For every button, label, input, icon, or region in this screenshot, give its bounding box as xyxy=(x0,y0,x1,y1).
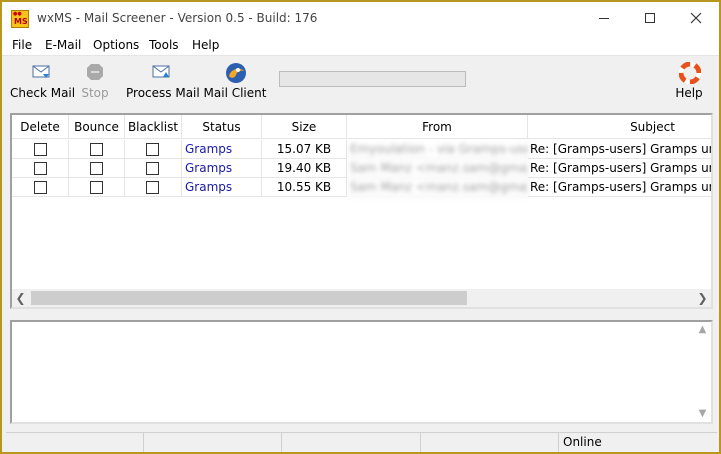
bounce-checkbox[interactable] xyxy=(90,181,103,194)
close-icon xyxy=(690,12,702,24)
status-cell: Gramps xyxy=(182,140,262,159)
menu-tools[interactable]: Tools xyxy=(149,38,179,52)
col-bounce[interactable]: Bounce xyxy=(69,115,125,139)
bounce-checkbox[interactable] xyxy=(90,162,103,175)
col-subject[interactable]: Subject xyxy=(528,115,711,139)
menu-options[interactable]: Options xyxy=(93,38,139,52)
blacklist-checkbox[interactable] xyxy=(146,181,159,194)
horizontal-scrollbar[interactable]: ❮ ❯ xyxy=(12,289,711,307)
mail-client-button[interactable]: Mail Client xyxy=(203,60,267,104)
status-cell: Gramps xyxy=(182,178,262,197)
scroll-left-icon[interactable]: ❮ xyxy=(12,289,29,307)
col-blacklist[interactable]: Blacklist xyxy=(125,115,182,139)
menu-bar: File E-Mail Options Tools Help xyxy=(2,34,719,56)
from-cell: Sam Manz <manz.sam@gmail.c xyxy=(347,159,528,178)
window-title: wxMS - Mail Screener - Version 0.5 - Bui… xyxy=(37,11,318,25)
maximize-button[interactable] xyxy=(627,2,673,34)
check-mail-button[interactable]: Check Mail xyxy=(10,60,75,104)
status-section xyxy=(282,432,421,452)
table-row[interactable]: Gramps 15.07 KB Emyoulation - via Gramps… xyxy=(12,140,711,159)
size-cell: 19.40 KB xyxy=(262,159,347,178)
mail-list: Delete Bounce Blacklist Status Size From… xyxy=(10,113,713,309)
bounce-checkbox[interactable] xyxy=(90,143,103,156)
delete-checkbox[interactable] xyxy=(34,162,47,175)
app-window: ●● MS wxMS - Mail Screener - Version 0.5… xyxy=(0,0,721,454)
delete-checkbox[interactable] xyxy=(34,143,47,156)
scroll-right-icon[interactable]: ❯ xyxy=(694,289,711,307)
from-cell: Sam Manz <manz.sam@gmail.c xyxy=(347,178,528,197)
scroll-up-icon[interactable]: ▲ xyxy=(694,322,711,338)
vertical-scrollbar[interactable]: ▲ ▼ xyxy=(694,322,711,422)
subject-cell: Re: [Gramps-users] Gramps unintu xyxy=(528,140,711,159)
col-status[interactable]: Status xyxy=(182,115,262,139)
blacklist-checkbox[interactable] xyxy=(146,162,159,175)
process-mail-icon xyxy=(151,62,171,82)
connection-status: Online xyxy=(559,432,717,452)
minimize-button[interactable] xyxy=(581,2,627,34)
size-cell: 15.07 KB xyxy=(262,140,347,159)
subject-cell: Re: [Gramps-users] Gramps unintu xyxy=(528,178,711,197)
close-button[interactable] xyxy=(673,2,719,34)
app-icon: ●● MS xyxy=(11,10,29,28)
subject-cell: Re: [Gramps-users] Gramps unintu xyxy=(528,159,711,178)
table-row[interactable]: Gramps 10.55 KB Sam Manz <manz.sam@gmail… xyxy=(12,178,711,197)
status-bar: Online xyxy=(2,430,719,452)
stop-button[interactable]: Stop xyxy=(80,60,110,104)
toolbar: Check Mail Stop Process Mail Mail Client xyxy=(2,56,719,108)
help-button[interactable]: Help xyxy=(673,60,705,104)
status-section xyxy=(421,432,559,452)
minimize-icon xyxy=(599,17,609,19)
col-from[interactable]: From xyxy=(347,115,528,139)
progress-bar xyxy=(279,71,466,87)
size-cell: 10.55 KB xyxy=(262,178,347,197)
status-section xyxy=(6,432,144,452)
mail-client-icon xyxy=(225,62,246,83)
table-row[interactable]: Gramps 19.40 KB Sam Manz <manz.sam@gmail… xyxy=(12,159,711,178)
scroll-down-icon[interactable]: ▼ xyxy=(694,406,711,422)
check-mail-icon xyxy=(31,62,51,82)
menu-help[interactable]: Help xyxy=(192,38,219,52)
col-delete[interactable]: Delete xyxy=(12,115,69,139)
delete-checkbox[interactable] xyxy=(34,181,47,194)
menu-email[interactable]: E-Mail xyxy=(45,38,81,52)
status-cell: Gramps xyxy=(182,159,262,178)
lifebuoy-icon xyxy=(678,61,702,85)
menu-file[interactable]: File xyxy=(12,38,32,52)
maximize-icon xyxy=(645,13,655,23)
message-preview[interactable]: ▲ ▼ xyxy=(10,320,713,424)
scroll-thumb[interactable] xyxy=(31,291,467,305)
list-header: Delete Bounce Blacklist Status Size From… xyxy=(12,115,711,139)
blacklist-checkbox[interactable] xyxy=(146,143,159,156)
from-cell: Emyoulation - via Gramps-users xyxy=(347,140,528,159)
process-mail-button[interactable]: Process Mail xyxy=(126,60,200,104)
stop-icon xyxy=(85,62,105,82)
status-section xyxy=(144,432,282,452)
title-bar: ●● MS wxMS - Mail Screener - Version 0.5… xyxy=(2,2,719,34)
col-size[interactable]: Size xyxy=(262,115,347,139)
